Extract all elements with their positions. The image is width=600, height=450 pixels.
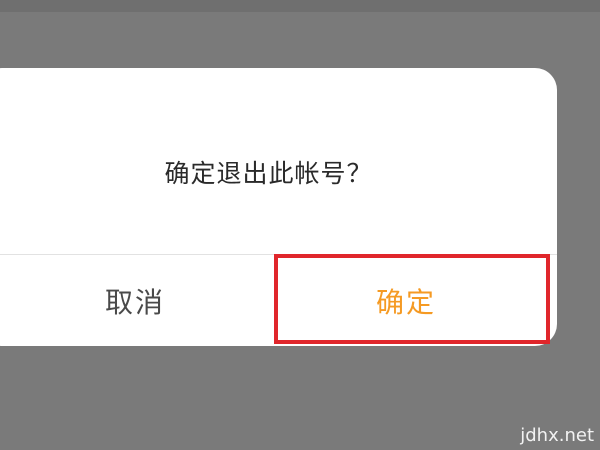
logout-dialog: 确定退出此帐号？ 取消 确定 (0, 68, 557, 346)
watermark: jdhx.net (520, 425, 594, 446)
cancel-button[interactable]: 取消 (0, 255, 270, 346)
top-band (0, 0, 600, 12)
confirm-button[interactable]: 确定 (275, 255, 537, 346)
dialog-message: 确定退出此帐号？ (164, 159, 373, 188)
